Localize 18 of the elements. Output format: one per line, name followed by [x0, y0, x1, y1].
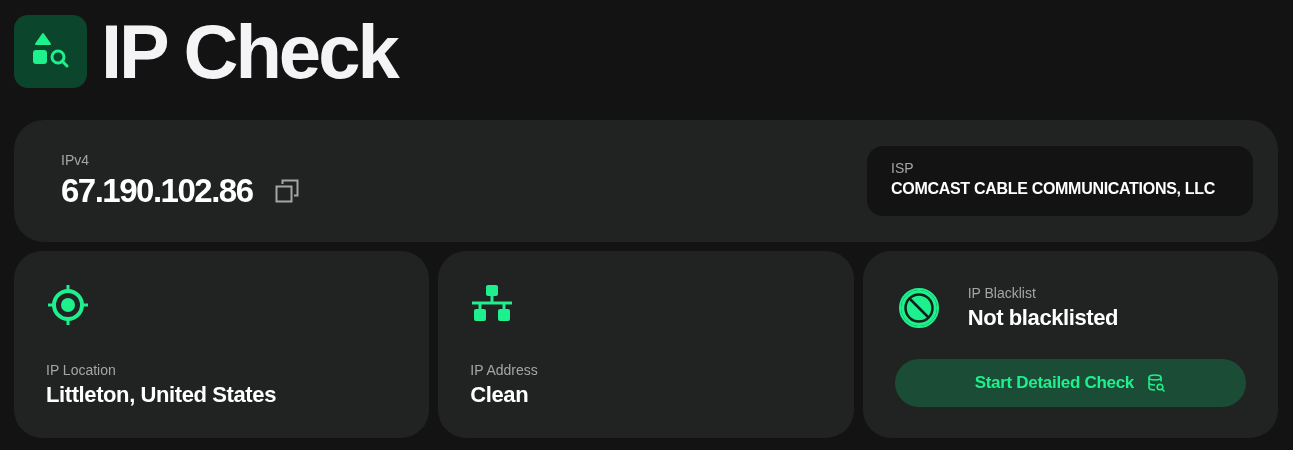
target-icon [46, 283, 90, 327]
database-search-icon [1146, 373, 1166, 393]
card-label: IP Location [46, 362, 117, 378]
ip-value: 67.190.102.86 [61, 172, 253, 210]
ip-label: IPv4 [61, 152, 90, 168]
card-value: Littleton, United States [46, 382, 277, 408]
page-title: IP Check [101, 13, 397, 90]
detailed-check-button[interactable]: Start Detailed Check [894, 359, 1246, 407]
isp-value: COMCAST CABLE COMMUNICATIONS, LLC [891, 180, 1216, 198]
card-value: Not blacklisted [967, 305, 1119, 331]
card-label: IP Blacklist [967, 285, 1037, 301]
isp-label: ISP [891, 160, 915, 176]
blocked-icon [897, 287, 940, 329]
card-value: Clean [470, 382, 530, 408]
logo-icon [14, 15, 87, 88]
card-label: IP Address [470, 362, 539, 378]
copy-icon[interactable] [274, 179, 299, 203]
network-icon [470, 283, 515, 323]
